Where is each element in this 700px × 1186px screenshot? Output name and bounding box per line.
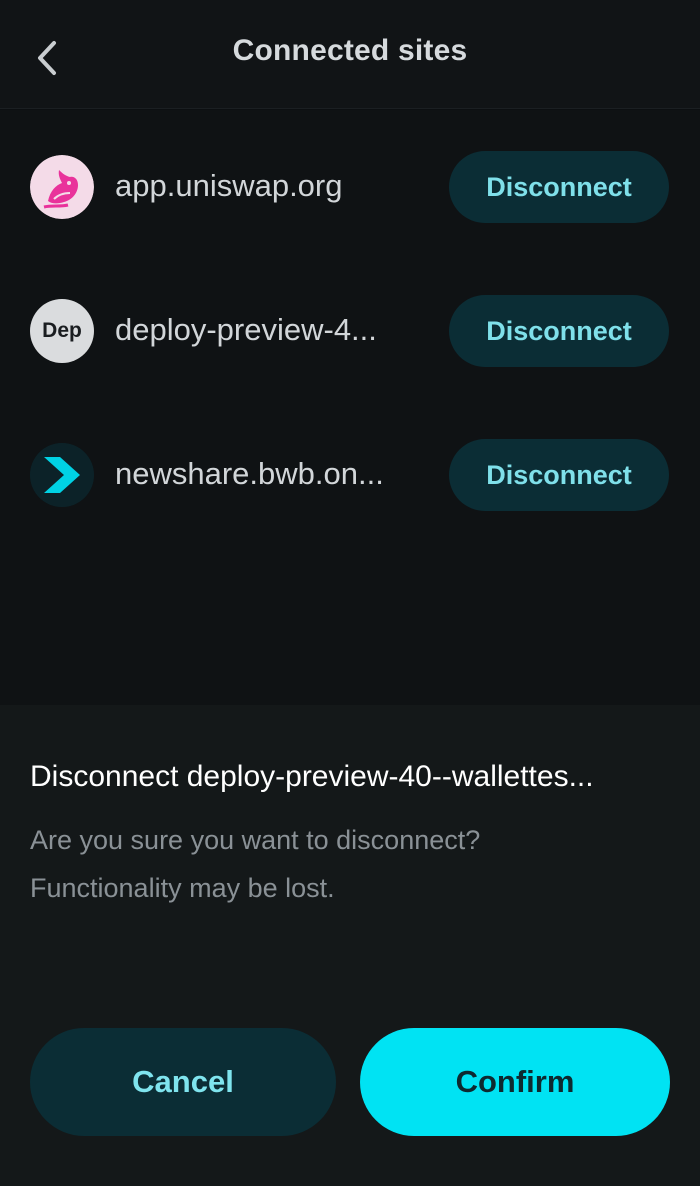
- disconnect-confirmation-sheet: Disconnect deploy-preview-40--wallettes.…: [0, 705, 700, 1186]
- site-row-deploy-preview: Dep deploy-preview-4... Disconnect: [0, 292, 700, 372]
- site-domain: app.uniswap.org: [115, 168, 343, 203]
- disconnect-button[interactable]: Disconnect: [449, 439, 669, 511]
- bwb-chevron-logo-icon: [30, 443, 94, 507]
- cancel-button[interactable]: Cancel: [30, 1028, 336, 1136]
- dialog-message-line1: Are you sure you want to disconnect?: [30, 825, 481, 855]
- site-initials-avatar: Dep: [30, 299, 94, 363]
- connected-sites-screen: Connected sites app.uniswap.org Disconne…: [0, 0, 700, 1186]
- site-domain: newshare.bwb.on...: [115, 456, 384, 491]
- disconnect-button[interactable]: Disconnect: [449, 151, 669, 223]
- site-domain: deploy-preview-4...: [115, 312, 377, 347]
- header: Connected sites: [0, 0, 700, 109]
- site-list: app.uniswap.org Disconnect Dep deploy-pr…: [0, 110, 700, 705]
- site-row-uniswap: app.uniswap.org Disconnect: [0, 148, 700, 228]
- site-row-newshare: newshare.bwb.on... Disconnect: [0, 436, 700, 516]
- confirm-button[interactable]: Confirm: [360, 1028, 670, 1136]
- disconnect-button[interactable]: Disconnect: [449, 295, 669, 367]
- uniswap-logo-icon: [30, 155, 94, 219]
- page-title: Connected sites: [232, 34, 468, 67]
- dialog-title: Disconnect deploy-preview-40--wallettes.…: [30, 760, 594, 793]
- dialog-message-line2: Functionality may be lost.: [30, 873, 335, 903]
